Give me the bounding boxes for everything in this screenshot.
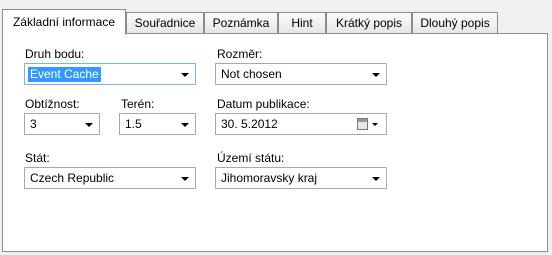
waypoint-type-label: Druh bodu: (25, 47, 85, 61)
country-label: Stát: (25, 151, 50, 165)
region-select[interactable]: Jihomoravsky kraj (215, 167, 387, 189)
tab-label: Krátký popis (335, 16, 403, 30)
tab-basic-info[interactable]: Základní informace (2, 9, 126, 35)
terrain-value: 1.5 (125, 117, 142, 131)
chevron-down-icon (181, 177, 189, 181)
tab-coordinates[interactable]: Souřadnice (126, 12, 204, 34)
tab-label: Dlouhý popis (420, 16, 490, 30)
waypoint-type-select[interactable]: Event Cache (24, 63, 196, 85)
tab-short-description[interactable]: Krátký popis (326, 12, 412, 34)
size-label: Rozměr: (217, 47, 263, 61)
waypoint-type-value: Event Cache (28, 67, 101, 82)
difficulty-value: 3 (30, 117, 37, 131)
size-value: Not chosen (221, 67, 282, 81)
chevron-down-icon (181, 123, 189, 127)
terrain-select[interactable]: 1.5 (119, 113, 196, 135)
basic-info-panel: Druh bodu: Event Cache Rozměr: Not chose… (2, 33, 548, 252)
size-select[interactable]: Not chosen (215, 63, 387, 85)
country-select[interactable]: Czech Republic (24, 167, 196, 189)
publish-date-label: Datum publikace: (217, 97, 310, 111)
tab-label: Základní informace (12, 15, 116, 29)
region-label: Území státu: (217, 151, 285, 165)
chevron-down-icon (85, 123, 93, 127)
tab-label: Hint (291, 16, 313, 30)
publish-date-value: 30. 5.2012 (221, 117, 278, 131)
chevron-down-icon (372, 73, 380, 77)
tab-label: Souřadnice (134, 16, 196, 30)
chevron-down-icon (372, 123, 378, 126)
tab-note[interactable]: Poznámka (204, 12, 278, 34)
tab-label: Poznámka (212, 16, 270, 30)
chevron-down-icon (372, 177, 380, 181)
publish-date-picker[interactable]: 30. 5.2012 (215, 113, 387, 135)
tab-strip: Základní informace Souřadnice Poznámka H… (2, 0, 548, 35)
tab-hint[interactable]: Hint (278, 12, 326, 34)
difficulty-label: Obtížnost: (25, 97, 80, 111)
calendar-icon[interactable] (357, 118, 368, 130)
tab-long-description[interactable]: Dlouhý popis (412, 12, 498, 34)
terrain-label: Terén: (121, 97, 155, 111)
difficulty-select[interactable]: 3 (24, 113, 100, 135)
country-value: Czech Republic (30, 171, 115, 185)
region-value: Jihomoravsky kraj (221, 171, 318, 185)
chevron-down-icon (181, 73, 189, 77)
